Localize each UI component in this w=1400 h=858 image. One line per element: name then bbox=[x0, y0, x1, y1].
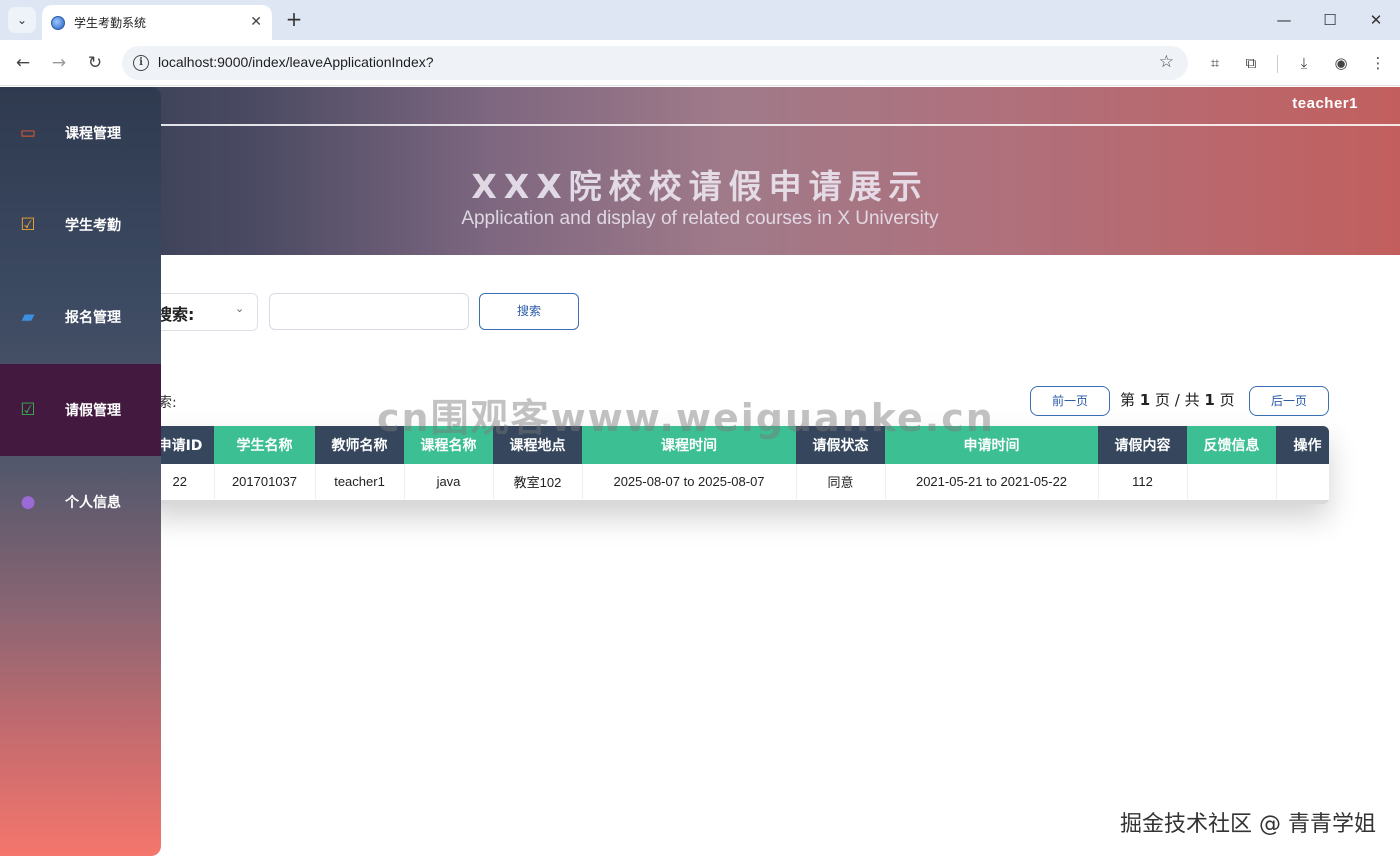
sidebar-item-label: 个人信息 bbox=[65, 495, 121, 511]
calendar-check-icon: ☑ bbox=[20, 215, 36, 235]
chevron-down-icon: ⌄ bbox=[16, 13, 28, 27]
table-cell: 2021-05-21 to 2021-05-22 bbox=[885, 464, 1099, 499]
current-page: 1 bbox=[1139, 391, 1151, 409]
footer-watermark: 掘金技术社区 @ 青青学姐 bbox=[1120, 812, 1376, 837]
download-icon[interactable]: ⤓ bbox=[1292, 51, 1316, 75]
maximize-icon[interactable]: ☐ bbox=[1318, 8, 1342, 32]
total-pages: 1 bbox=[1204, 391, 1215, 409]
sidebar-item-course-management[interactable]: ▭ 课程管理 bbox=[0, 87, 161, 179]
table-cell: 同意 bbox=[796, 464, 886, 499]
table-cell bbox=[1187, 464, 1277, 499]
table-scrollbar[interactable] bbox=[146, 500, 1329, 504]
close-tab-icon[interactable]: ✕ bbox=[250, 14, 262, 30]
next-page-button[interactable]: 后一页 bbox=[1249, 386, 1329, 416]
column-header: 操作 bbox=[1276, 426, 1329, 464]
table-cell: 教室102 bbox=[493, 464, 583, 499]
sidebar-item-profile[interactable]: ● 个人信息 bbox=[0, 456, 161, 548]
table-cell: 112 bbox=[1098, 464, 1188, 499]
prev-page-button[interactable]: 前一页 bbox=[1030, 386, 1110, 416]
page-header-banner: teacher1 XXX院校校请假申请展示 Application and di… bbox=[0, 87, 1400, 255]
chevron-down-icon: ⌄ bbox=[235, 302, 245, 315]
table-row: 22 201701037 teacher1 java 教室102 2025-08… bbox=[146, 464, 1329, 499]
extensions-puzzle-icon[interactable]: ⧉ bbox=[1239, 51, 1263, 75]
forward-arrow-icon[interactable]: → bbox=[47, 51, 71, 75]
sidebar-item-attendance[interactable]: ☑ 学生考勤 bbox=[0, 179, 161, 271]
column-header: 反馈信息 bbox=[1187, 426, 1276, 464]
minimize-icon[interactable]: — bbox=[1272, 8, 1296, 32]
reload-icon[interactable]: ↻ bbox=[83, 51, 107, 75]
page-suffix: 页 bbox=[1219, 391, 1235, 409]
current-user[interactable]: teacher1 bbox=[1292, 95, 1358, 112]
column-header: 请假内容 bbox=[1098, 426, 1187, 464]
favicon-icon bbox=[51, 15, 65, 30]
tab-title: 学生考勤系统 bbox=[74, 16, 147, 30]
search-input[interactable] bbox=[269, 293, 469, 330]
page-prefix: 第 bbox=[1120, 391, 1136, 409]
search-label: 搜索: bbox=[156, 305, 195, 324]
page-subtitle: Application and display of related cours… bbox=[461, 208, 939, 229]
profile-icon[interactable]: ◉ bbox=[1329, 51, 1353, 75]
sidebar-item-label: 报名管理 bbox=[65, 310, 121, 326]
table-cell[interactable] bbox=[1276, 464, 1329, 499]
table-cell: teacher1 bbox=[315, 464, 405, 499]
search-button[interactable]: 搜索 bbox=[479, 293, 579, 330]
site-info-icon[interactable]: i bbox=[133, 55, 149, 71]
laptop-icon: ▭ bbox=[19, 123, 37, 143]
table-cell: java bbox=[404, 464, 494, 499]
tab-search-button[interactable]: ⌄ bbox=[8, 7, 36, 33]
user-icon: ● bbox=[20, 492, 36, 512]
page-indicator: 第 1 页 / 共 1 页 bbox=[1120, 389, 1235, 410]
browser-tab[interactable]: 学生考勤系统 ✕ bbox=[42, 5, 272, 40]
watermark-overlay: cn围观客www.weiguanke.cn bbox=[377, 396, 995, 440]
back-arrow-icon[interactable]: ← bbox=[11, 51, 35, 75]
sidebar-item-leave-management[interactable]: ☑ 请假管理 bbox=[0, 364, 161, 456]
sidebar-item-label: 学生考勤 bbox=[65, 218, 121, 234]
checkbox-icon: ☑ bbox=[20, 400, 36, 420]
book-icon: ▰ bbox=[21, 307, 35, 327]
crop-icon[interactable]: ⌗ bbox=[1203, 51, 1227, 75]
url-text[interactable]: localhost:9000/index/leaveApplicationInd… bbox=[158, 54, 434, 70]
sidebar: ▭ 课程管理 ☑ 学生考勤 ▰ 报名管理 ☑ 请假管理 ● 个人信息 bbox=[0, 87, 161, 856]
toolbar-divider bbox=[1277, 55, 1278, 73]
table-cell: 2025-08-07 to 2025-08-07 bbox=[582, 464, 797, 499]
column-header: 学生名称 bbox=[214, 426, 315, 464]
header-divider bbox=[0, 124, 1400, 126]
table-cell: 201701037 bbox=[214, 464, 316, 499]
new-tab-button[interactable]: + bbox=[282, 8, 306, 32]
bookmark-star-icon[interactable]: ☆ bbox=[1159, 52, 1174, 72]
sidebar-item-label: 课程管理 bbox=[65, 126, 121, 142]
page-title: XXX院校校请假申请展示 bbox=[471, 167, 929, 206]
browser-tab-bar: ⌄ 学生考勤系统 ✕ + — ☐ ✕ bbox=[0, 0, 1400, 40]
sidebar-item-label: 请假管理 bbox=[65, 403, 121, 419]
page-mid: 页 / 共 bbox=[1155, 391, 1200, 409]
sidebar-item-enrollment[interactable]: ▰ 报名管理 bbox=[0, 271, 161, 363]
close-window-icon[interactable]: ✕ bbox=[1364, 8, 1388, 32]
page-viewport: teacher1 XXX院校校请假申请展示 Application and di… bbox=[0, 87, 1400, 858]
browser-toolbar: ← → ↻ i localhost:9000/index/leaveApplic… bbox=[0, 40, 1400, 86]
more-menu-icon[interactable]: ⋮ bbox=[1366, 51, 1390, 75]
address-bar[interactable]: i localhost:9000/index/leaveApplicationI… bbox=[122, 46, 1188, 80]
